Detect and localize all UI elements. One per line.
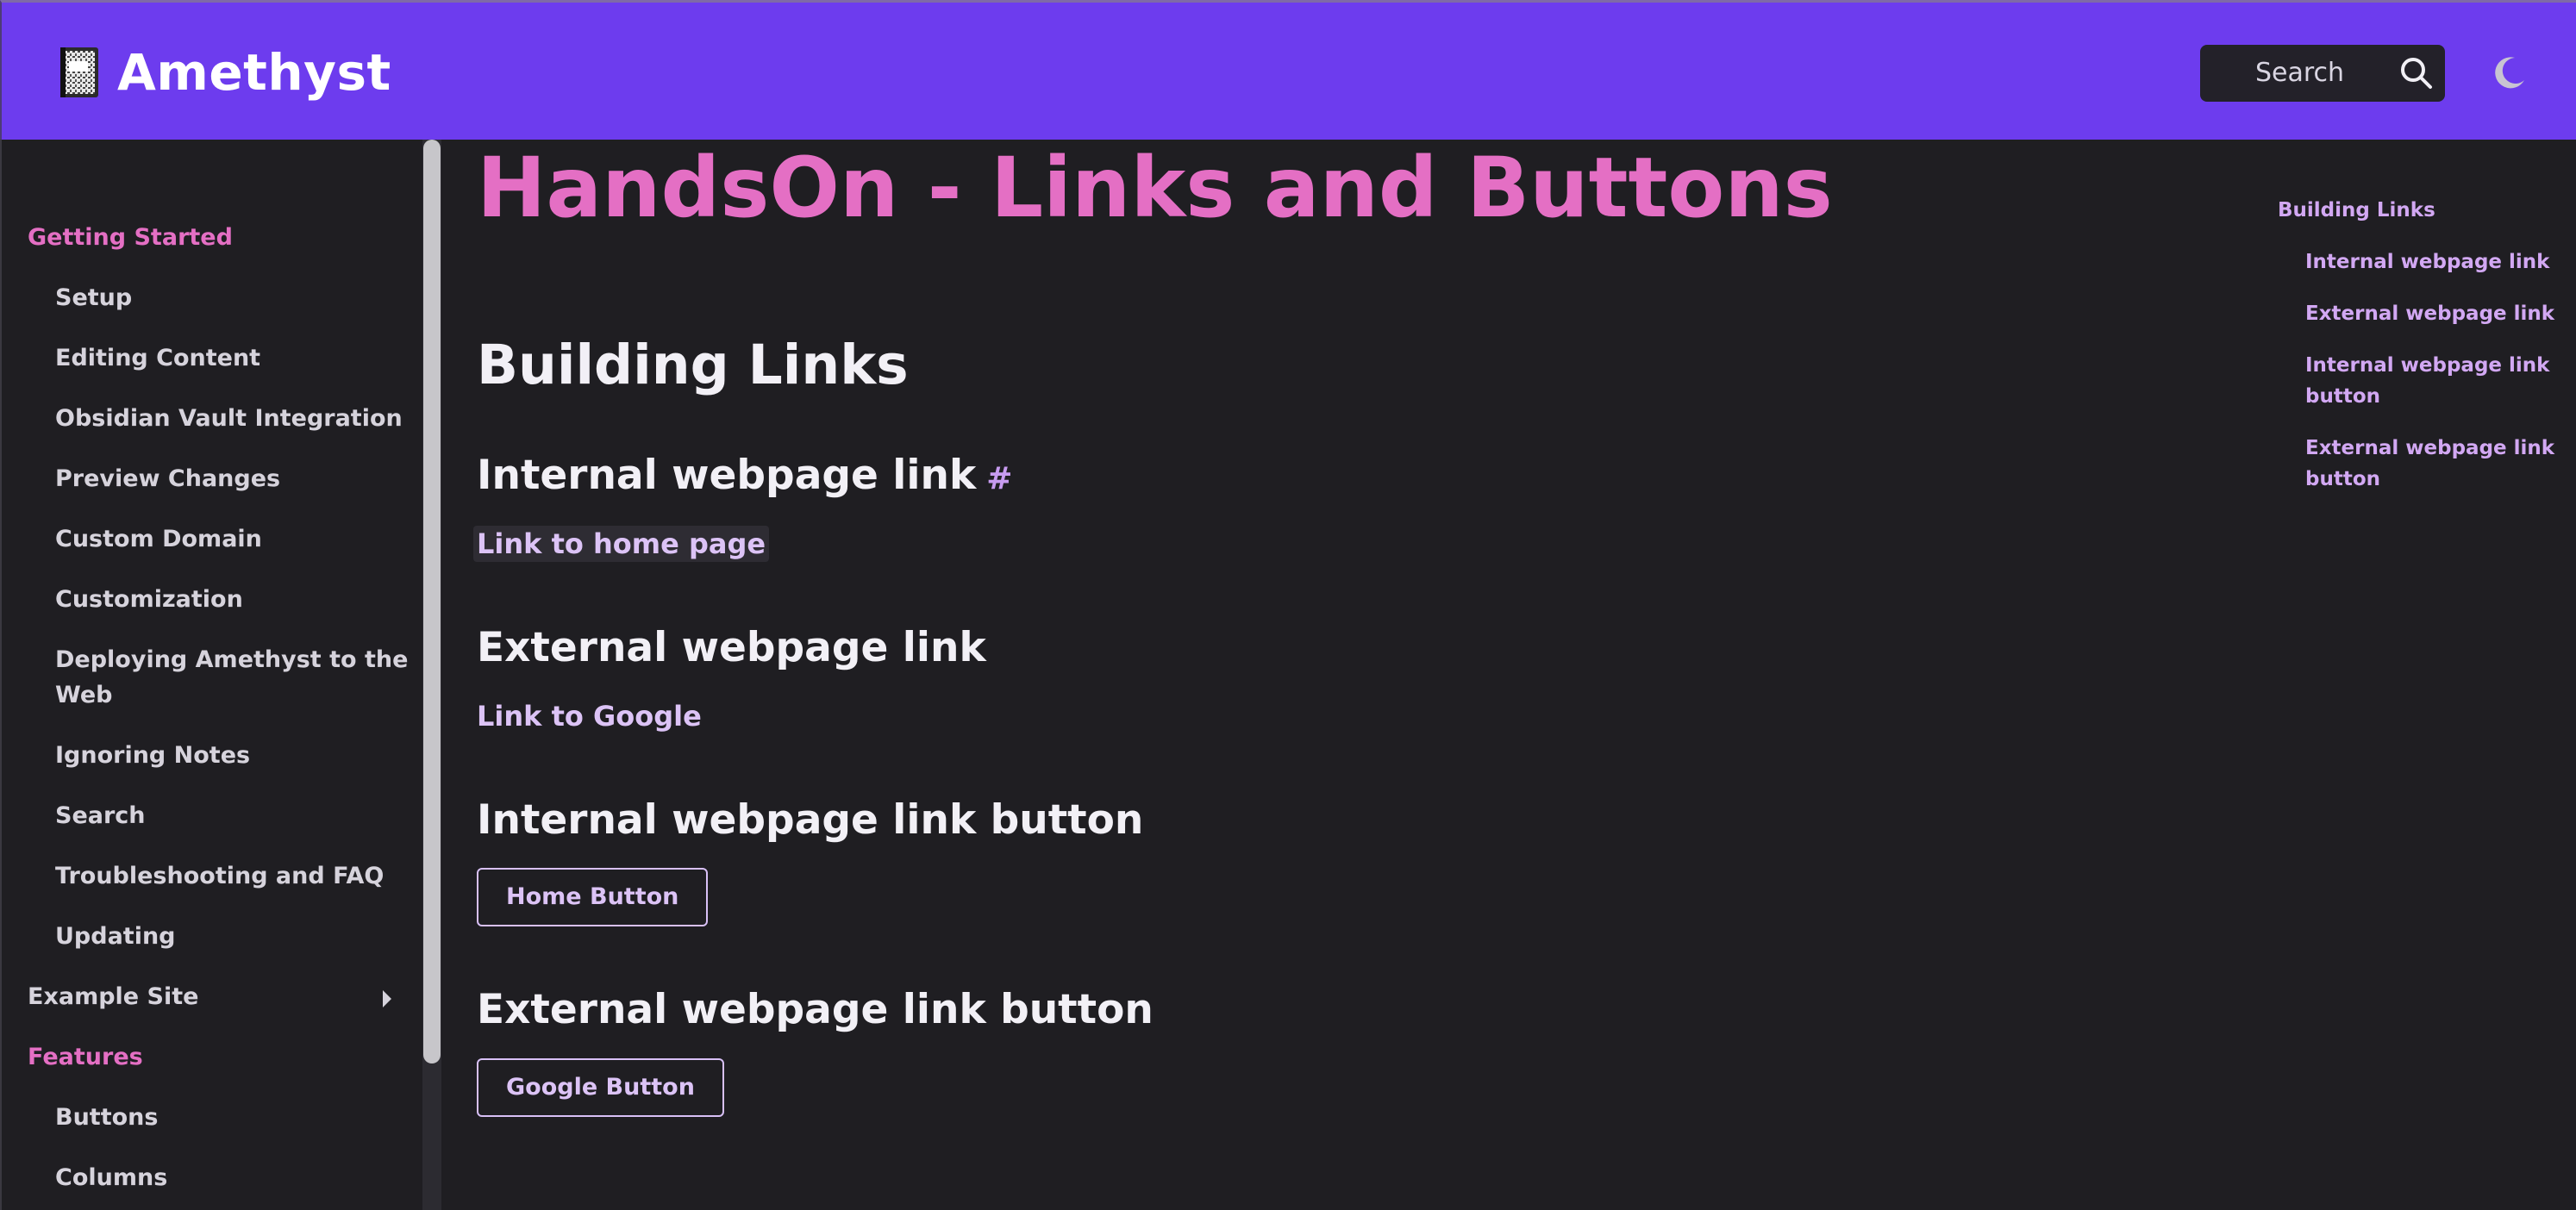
toc-item-external-webpage-link[interactable]: External webpage link xyxy=(2305,298,2554,329)
sidebar-item-preview-changes[interactable]: Preview Changes xyxy=(55,461,280,497)
heading-anchor-link[interactable]: # xyxy=(986,461,1012,496)
toc-item-external-webpage-link-button-cont[interactable]: button xyxy=(2305,464,2380,495)
heading-internal-webpage-link-button: Internal webpage link button xyxy=(477,796,1144,844)
home-button[interactable]: Home Button xyxy=(477,868,709,926)
sidebar-item-custom-domain[interactable]: Custom Domain xyxy=(55,521,262,558)
sidebar-item-editing-content[interactable]: Editing Content xyxy=(55,340,260,377)
moon-icon[interactable] xyxy=(2492,54,2528,90)
toc-item-internal-webpage-link-button[interactable]: Internal webpage link xyxy=(2305,350,2549,381)
notebook-icon xyxy=(57,46,100,99)
sidebar-item-columns[interactable]: Columns xyxy=(55,1160,167,1196)
heading-text: Internal webpage link xyxy=(477,452,977,499)
heading-external-webpage-link-button: External webpage link button xyxy=(477,986,1154,1033)
sidebar-scrollbar-thumb[interactable] xyxy=(423,140,441,1063)
google-button[interactable]: Google Button xyxy=(477,1058,724,1117)
brand-title: Amethyst xyxy=(117,43,391,102)
sidebar-item-buttons[interactable]: Buttons xyxy=(55,1100,158,1136)
sidebar-item-ignoring-notes[interactable]: Ignoring Notes xyxy=(55,738,250,774)
toc-item-external-webpage-link-button[interactable]: External webpage link xyxy=(2305,433,2554,464)
toc-item-building-links[interactable]: Building Links xyxy=(2278,195,2435,226)
section-heading-building-links: Building Links xyxy=(477,334,909,396)
link-to-home-page[interactable]: Link to home page xyxy=(473,526,770,562)
page-title: HandsOn - Links and Buttons xyxy=(477,140,1833,236)
search-icon xyxy=(2398,55,2435,91)
sidebar-item-updating[interactable]: Updating xyxy=(55,919,176,955)
search-label: Search xyxy=(2255,58,2345,88)
top-navigation-bar: Amethyst Search xyxy=(0,0,2576,140)
sidebar-item-example-site[interactable]: Example Site xyxy=(28,979,198,1015)
sidebar-item-troubleshooting[interactable]: Troubleshooting and FAQ xyxy=(55,858,384,895)
sidebar-item-deploying-amethyst-cont[interactable]: Web xyxy=(55,677,112,714)
sidebar-section-features[interactable]: Features xyxy=(28,1039,143,1076)
sidebar-item-customization[interactable]: Customization xyxy=(55,582,243,618)
sidebar-item-obsidian-vault-integration[interactable]: Obsidian Vault Integration xyxy=(55,401,403,437)
brand-home-link[interactable]: Amethyst xyxy=(57,42,391,103)
toc-item-internal-webpage-link-button-cont[interactable]: button xyxy=(2305,381,2380,412)
sidebar-section-getting-started[interactable]: Getting Started xyxy=(28,220,233,256)
search-button[interactable]: Search xyxy=(2200,45,2445,102)
sidebar-item-deploying-amethyst[interactable]: Deploying Amethyst to the xyxy=(55,642,408,678)
toc-item-internal-webpage-link[interactable]: Internal webpage link xyxy=(2305,246,2549,278)
heading-external-webpage-link: External webpage link xyxy=(477,624,986,671)
chevron-right-icon[interactable] xyxy=(381,989,393,1009)
sidebar-item-search[interactable]: Search xyxy=(55,798,146,834)
heading-internal-webpage-link: Internal webpage link # xyxy=(477,452,1012,503)
sidebar-item-setup[interactable]: Setup xyxy=(55,280,132,316)
link-to-google[interactable]: Link to Google xyxy=(477,698,702,734)
